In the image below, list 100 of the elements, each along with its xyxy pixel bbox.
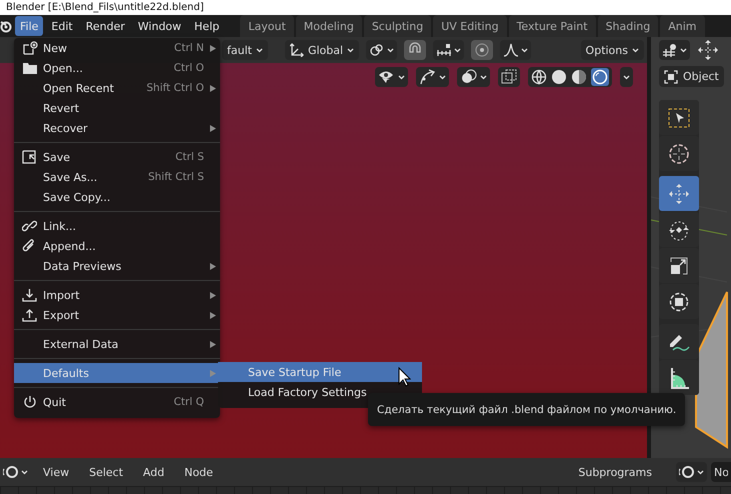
menu-item[interactable]: View [35,466,78,478]
menu-entry-label: Save [43,150,72,164]
menu-entry[interactable]: Append... [14,236,220,256]
power-icon [22,395,36,409]
workspace-tab[interactable]: Modeling [296,15,362,37]
workspace-tab[interactable]: Sculpting [364,15,432,37]
snap-target-dropdown[interactable] [366,40,398,60]
chevron-down-icon [387,48,394,52]
wireframe-sphere-icon [531,69,547,85]
snap-increment-dropdown[interactable] [433,40,464,60]
node-tree-type-dropdown[interactable] [676,462,707,482]
menu-entry[interactable]: Import [14,285,220,305]
falloff-curve-icon [503,43,520,57]
menu-item[interactable]: Select [81,466,132,478]
link-icon [22,219,37,233]
menu-entry-label: Open Recent [43,82,115,94]
workspace-tab[interactable]: Layout [240,15,294,37]
glossy-sphere-icon [591,68,609,86]
menu-entry[interactable]: Link... [14,216,220,236]
half-shaded-sphere-icon [571,69,587,85]
menu-entry[interactable]: Quit Ctrl Q [14,392,220,412]
menu-entry-label: Append... [43,240,97,252]
orientation-dropdown[interactable]: Global [284,40,360,60]
object-origin-icon [662,43,678,57]
tool-button[interactable] [659,324,699,359]
gizmo-dropdown[interactable] [416,67,449,87]
menu-entry[interactable]: External Data [14,334,220,354]
chevron-down-icon [632,48,639,52]
menu-entry[interactable]: Defaults [14,363,220,383]
visibility-dropdown[interactable] [375,67,408,87]
shortcut-label: Ctrl O [174,62,204,74]
menu-entry[interactable]: Open Recent Shift Ctrl O [14,78,220,98]
workspace-tab[interactable]: Anim [660,15,705,37]
mode-dropdown[interactable]: Object [659,66,724,87]
snap-toggle[interactable] [404,40,426,60]
chevron-down-icon [21,470,28,474]
ruler-icon [668,366,690,390]
menu-item[interactable]: File [15,16,44,36]
workspace-tab[interactable]: UV Editing [433,15,507,37]
menu-item[interactable]: Edit [46,16,78,36]
rotate-icon [668,218,690,240]
tool-button[interactable] [659,212,699,247]
object-square-icon [664,70,678,84]
tool-button[interactable] [659,360,699,395]
workspace-tab[interactable]: Texture Paint [508,15,596,37]
menu-entry[interactable]: Save Ctrl S [14,147,220,167]
transform-icon [668,290,690,312]
menu-entry-label: Save As... [43,170,98,184]
crosshair-icon [668,142,690,164]
menu-entry-label: Link... [43,220,78,232]
menu-entry-label: Quit [43,396,67,408]
menu-entry[interactable]: New Ctrl N [14,38,220,58]
shading-mode-group[interactable] [528,67,612,87]
proportional-edit-toggle[interactable] [471,40,494,60]
menu-item[interactable]: Window [132,16,186,36]
object-gizmo-dropdown[interactable] [659,40,690,60]
workspace-tab[interactable]: Shading [598,15,658,37]
export-icon [22,308,37,322]
tool-button[interactable] [659,284,699,319]
menu-entry[interactable]: Save As... Shift Ctrl S [14,167,220,187]
new-file-icon [22,41,38,55]
shading-options-dropdown[interactable] [620,67,633,87]
menu-entry[interactable]: Revert [14,98,220,118]
options-dropdown[interactable]: Options [580,40,644,60]
select-box-icon [667,106,691,128]
menu-entry[interactable]: Save Copy... [14,187,220,207]
menu-item[interactable]: Add [135,466,172,478]
name-field[interactable]: No [711,462,731,482]
target-icon [474,42,490,58]
xray-squares-icon [501,69,517,85]
move-arrows-icon [668,182,690,204]
tool-button[interactable] [659,136,699,171]
menu-item[interactable]: Node [176,466,222,478]
menu-entry[interactable]: Export [14,305,220,325]
menu-entry[interactable]: Recover [14,118,220,138]
save-icon [22,150,37,164]
menu-entry[interactable]: Data Previews [14,256,220,276]
menu-entry[interactable]: Save Startup File [218,362,422,382]
shortcut-label: Ctrl S [175,151,204,163]
xray-toggle[interactable] [498,67,520,87]
chevron-down-icon [697,470,704,474]
tool-button[interactable] [659,248,699,283]
menu-item[interactable]: Help [189,16,224,36]
axes-icon [290,43,304,57]
move-arrows-icon[interactable] [698,40,718,60]
import-icon [22,288,37,302]
chevron-down-icon [521,48,528,52]
chevron-down-icon [347,48,354,52]
falloff-dropdown[interactable] [500,40,532,60]
menu-entry-label: Import [43,288,81,302]
menu-entry-label: Export [43,308,80,322]
menu-entry[interactable]: Open... Ctrl O [14,58,220,78]
chevron-down-icon [454,48,462,52]
pivot-dropdown[interactable]: fault [222,40,268,60]
overlays-dropdown[interactable] [457,67,490,87]
scale-icon [668,254,690,276]
chevron-down-icon [256,48,263,52]
node-editor-icon [679,465,695,479]
menu-item[interactable]: Render [80,16,130,36]
tool-button[interactable] [659,100,699,135]
